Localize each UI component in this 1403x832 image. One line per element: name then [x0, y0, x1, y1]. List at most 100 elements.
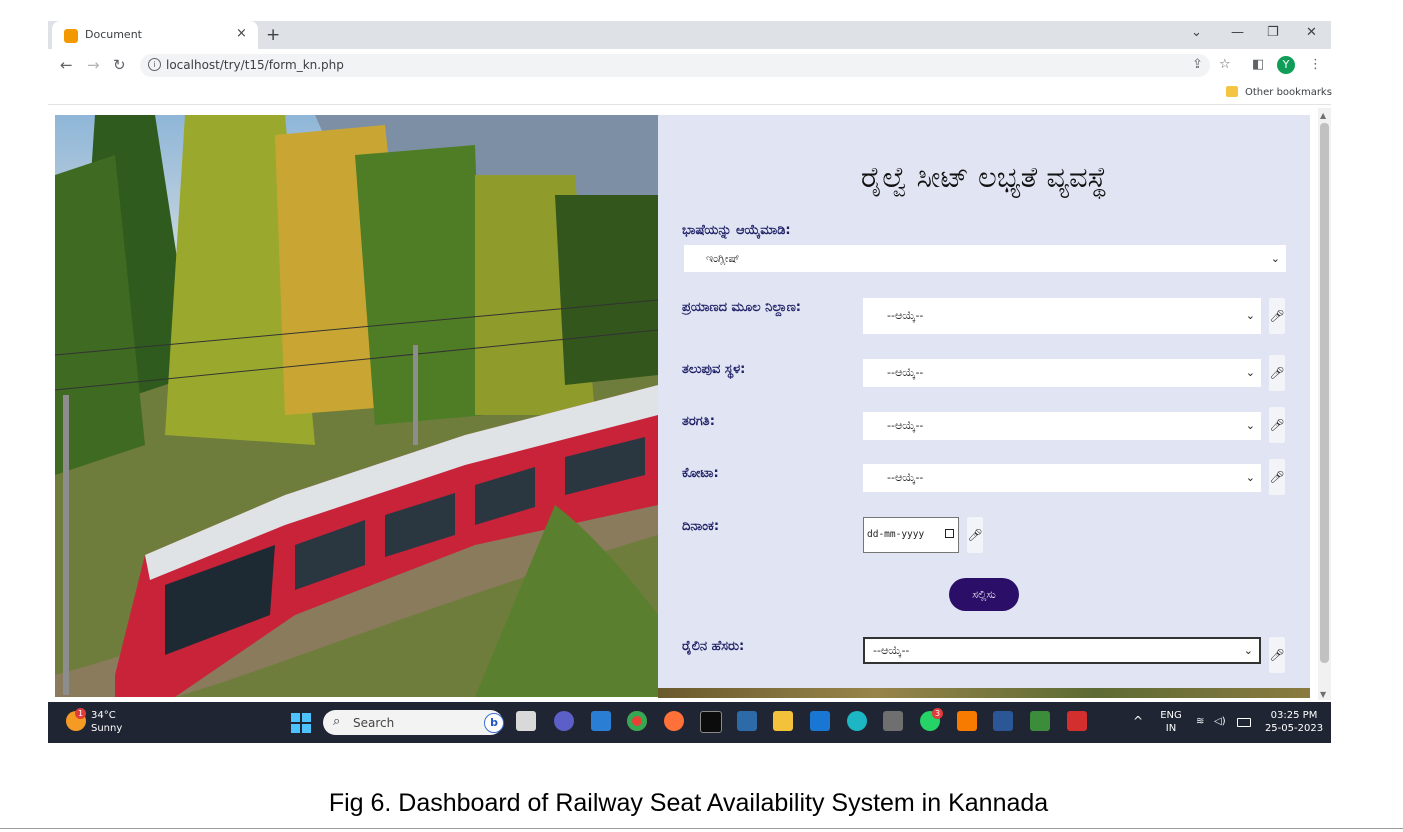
chevron-down-icon: ⌄: [1245, 471, 1255, 484]
source-station-label: ಪ್ರಯಾಣದ ಮೂಲ ನಿಲ್ದಾಣ:: [682, 300, 802, 315]
page-title: ರೈಲ್ವೆ ಸೀಟ್ ಲಭ್ಯತೆ ವ್ಯವಸ್ಥೆ: [860, 160, 1108, 194]
destination-mic-button[interactable]: 🎤︎: [1269, 355, 1285, 391]
folder-icon[interactable]: [1226, 86, 1238, 97]
language-label: ಭಾಷೆಯನ್ನು ಆಯ್ಕೆಮಾಡಿ:: [682, 223, 791, 238]
other-bookmarks-link[interactable]: Other bookmarks: [1245, 87, 1332, 98]
url-text[interactable]: localhost/try/t15/form_kn.php: [166, 58, 344, 72]
class-select[interactable]: --ಆಯ್ಕೆ-- ⌄: [863, 412, 1261, 440]
acrobat-icon[interactable]: [1067, 711, 1087, 731]
chevron-down-icon: ⌄: [1245, 366, 1255, 379]
scrollbar-thumb[interactable]: [1320, 123, 1329, 663]
terminal-icon[interactable]: [700, 711, 722, 733]
edge-icon[interactable]: [847, 711, 867, 731]
microphone-icon: 🎤︎: [967, 528, 983, 542]
date-placeholder: dd-mm-yyyy: [867, 529, 925, 540]
tab-document[interactable]: [52, 21, 258, 50]
language-select[interactable]: ಇಂಗ್ಲೀಷ್ ⌄: [684, 245, 1286, 272]
microphone-icon: 🎤︎: [1269, 418, 1285, 432]
train-name-label: ರೈಲಿನ ಹೆಸರು:: [682, 639, 745, 654]
menu-kebab-icon[interactable]: ⋮: [1309, 57, 1322, 72]
side-panel-icon[interactable]: ◧: [1252, 57, 1264, 72]
calendar-icon[interactable]: [945, 529, 954, 538]
train-photo: [55, 115, 658, 697]
chevron-down-icon: ⌄: [1270, 252, 1280, 265]
battery-icon[interactable]: [1237, 718, 1251, 727]
back-arrow-icon[interactable]: ←: [60, 56, 73, 74]
language-selected-value: ಇಂಗ್ಲೀಷ್: [706, 252, 740, 265]
train-name-select[interactable]: --ಆಯ್ಕೆ-- ⌄: [863, 637, 1261, 664]
scroll-up-arrow-icon[interactable]: ▲: [1320, 111, 1326, 120]
profile-avatar[interactable]: Y: [1277, 56, 1295, 74]
site-info-icon[interactable]: i: [148, 58, 161, 71]
class-selected-value: --ಆಯ್ಕೆ--: [887, 419, 924, 432]
wifi-icon[interactable]: ≋: [1196, 716, 1204, 727]
taskbar-search-placeholder[interactable]: Search: [353, 716, 394, 730]
weather-text[interactable]: Sunny: [91, 723, 122, 734]
minimize-button[interactable]: —: [1231, 25, 1244, 40]
task-view-icon[interactable]: [516, 711, 536, 731]
search-icon: ⌕: [333, 714, 341, 729]
quota-selected-value: --ಆಯ್ಕೆ--: [887, 471, 924, 484]
bookmark-star-icon[interactable]: ☆: [1219, 57, 1231, 72]
destination-selected-value: --ಆಯ್ಕೆ--: [887, 366, 924, 379]
chevron-down-icon: ⌄: [1245, 419, 1255, 432]
language-indicator-line1[interactable]: ENG: [1158, 710, 1184, 721]
clock-time[interactable]: 03:25 PM: [1263, 710, 1325, 721]
train-name-mic-button[interactable]: 🎤︎: [1269, 637, 1285, 673]
notepad-icon[interactable]: [883, 711, 903, 731]
whatsapp-badge: 3: [932, 708, 943, 719]
submit-button[interactable]: ಸಲ್ಲಿಸು: [949, 578, 1019, 611]
source-mic-button[interactable]: 🎤︎: [1269, 298, 1285, 334]
date-input[interactable]: dd-mm-yyyy: [863, 517, 959, 553]
reload-icon[interactable]: ↻: [113, 56, 126, 74]
forward-arrow-icon[interactable]: →: [87, 56, 100, 74]
vscode-icon[interactable]: [591, 711, 611, 731]
bottom-rule: [0, 828, 1403, 829]
share-icon[interactable]: ⇪: [1192, 57, 1203, 72]
word-icon[interactable]: [993, 711, 1013, 731]
tab-search-chevron-icon[interactable]: ⌄: [1191, 25, 1202, 40]
destination-label: ತಲುಪುವ ಸ್ಥಳ:: [682, 362, 746, 377]
image-viewer-icon[interactable]: [1030, 711, 1050, 731]
volume-icon[interactable]: ◁): [1214, 716, 1226, 727]
source-station-select[interactable]: --ಆಯ್ಕೆ-- ⌄: [863, 298, 1261, 334]
quota-label: ಕೋಟಾ:: [682, 466, 719, 481]
windows-start-icon[interactable]: [291, 713, 311, 733]
tab-title: Document: [85, 28, 142, 41]
train-name-selected-value: --ಆಯ್ಕೆ--: [873, 644, 910, 657]
close-window-button[interactable]: ✕: [1306, 25, 1317, 40]
scroll-down-arrow-icon[interactable]: ▼: [1320, 690, 1326, 699]
store-icon[interactable]: [810, 711, 830, 731]
taskbar-search-box[interactable]: [323, 710, 503, 735]
quota-select[interactable]: --ಆಯ್ಕೆ-- ⌄: [863, 464, 1261, 492]
microphone-icon: 🎤︎: [1269, 648, 1285, 662]
figure-caption: Fig 6. Dashboard of Railway Seat Availab…: [328, 789, 1049, 817]
quota-mic-button[interactable]: 🎤︎: [1269, 459, 1285, 495]
date-mic-button[interactable]: 🎤︎: [967, 517, 983, 553]
xampp-icon[interactable]: [957, 711, 977, 731]
restore-button[interactable]: ❐: [1267, 25, 1279, 40]
temperature[interactable]: 34°C: [91, 710, 116, 721]
microphone-icon: 🎤︎: [1269, 309, 1285, 323]
bing-icon[interactable]: b: [484, 713, 504, 733]
microphone-icon: 🎤︎: [1269, 366, 1285, 380]
bookmarks-bar: [48, 82, 1331, 105]
control-panel-icon[interactable]: [737, 711, 757, 731]
destination-select[interactable]: --ಆಯ್ಕೆ-- ⌄: [863, 359, 1261, 387]
chevron-down-icon: ⌄: [1245, 309, 1255, 322]
photo-strip: [658, 688, 1310, 698]
tab-close-button[interactable]: ×: [236, 26, 247, 41]
date-label: ದಿನಾಂಕ:: [682, 519, 720, 534]
chrome-icon[interactable]: [627, 711, 647, 731]
class-mic-button[interactable]: 🎤︎: [1269, 407, 1285, 443]
weather-badge: 1: [75, 708, 86, 719]
chevron-down-icon: ⌄: [1243, 644, 1253, 657]
language-indicator-line2[interactable]: IN: [1158, 723, 1184, 734]
clock-date[interactable]: 25-05-2023: [1263, 723, 1325, 734]
class-label: ತರಗತಿ:: [682, 414, 715, 429]
teams-chat-icon[interactable]: [554, 711, 574, 731]
firefox-icon[interactable]: [664, 711, 684, 731]
file-explorer-icon[interactable]: [773, 711, 793, 731]
new-tab-button[interactable]: +: [266, 25, 280, 45]
chevron-up-icon[interactable]: ^: [1133, 714, 1143, 728]
